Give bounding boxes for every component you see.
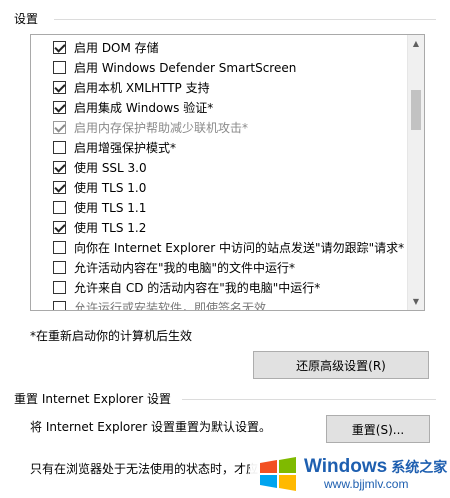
option-item[interactable]: 允许来自 CD 的活动内容在"我的电脑"中运行* (53, 277, 320, 297)
restore-advanced-settings-label: 还原高级设置(R) (296, 358, 386, 373)
option-item[interactable]: 向你在 Internet Explorer 中访问的站点发送"请勿跟踪"请求* (53, 237, 404, 257)
checked-checkbox-icon[interactable] (53, 160, 66, 174)
scroll-down-arrow-icon[interactable]: ▼ (408, 293, 424, 310)
advanced-settings-list-content: 启用 DOM 存储启用 Windows Defender SmartScreen… (31, 35, 407, 310)
watermark-text: Windows 系统之家 www.bjjmlv.com (304, 455, 448, 491)
option-item[interactable]: 启用 DOM 存储 (53, 37, 159, 57)
unchecked-checkbox-icon[interactable] (53, 300, 66, 310)
option-label: 启用内存保护帮助减少联机攻击* (74, 120, 249, 135)
watermark-url: www.bjjmlv.com (324, 476, 409, 491)
option-label: 允许运行或安装软件，即使签名无效 (74, 300, 267, 311)
option-label: 使用 SSL 3.0 (74, 160, 147, 175)
option-label: 启用本机 XMLHTTP 支持 (74, 80, 210, 95)
option-item[interactable]: 使用 SSL 3.0 (53, 157, 147, 177)
option-label: 使用 TLS 1.2 (74, 220, 147, 235)
reset-button[interactable]: 重置(S)... (326, 415, 430, 443)
option-label: 启用 DOM 存储 (74, 40, 159, 55)
reset-group-divider (182, 399, 436, 400)
checked-checkbox-icon (53, 120, 66, 134)
watermark: Windows 系统之家 www.bjjmlv.com (250, 450, 450, 498)
checked-checkbox-icon[interactable] (53, 40, 66, 54)
option-item[interactable]: 允许运行或安装软件，即使签名无效 (53, 297, 266, 310)
checked-checkbox-icon[interactable] (53, 80, 66, 94)
restore-advanced-settings-button[interactable]: 还原高级设置(R) (253, 351, 429, 379)
option-item[interactable]: 使用 TLS 1.0 (53, 177, 146, 197)
option-item[interactable]: 启用本机 XMLHTTP 支持 (53, 77, 210, 97)
reset-button-label: 重置(S)... (351, 422, 405, 437)
option-item[interactable]: 允许活动内容在"我的电脑"的文件中运行* (53, 257, 295, 277)
checked-checkbox-icon[interactable] (53, 100, 66, 114)
unchecked-checkbox-icon[interactable] (53, 280, 66, 294)
advanced-settings-list[interactable]: 启用 DOM 存储启用 Windows Defender SmartScreen… (30, 34, 425, 311)
reset-group-label: 重置 Internet Explorer 设置 (14, 390, 176, 407)
settings-group-divider (54, 19, 436, 20)
option-item[interactable]: 启用增强保护模式* (53, 137, 176, 157)
option-item[interactable]: 启用 Windows Defender SmartScreen (53, 57, 296, 77)
restart-note: *在重新启动你的计算机后生效 (30, 329, 193, 343)
option-item: 启用内存保护帮助减少联机攻击* (53, 117, 248, 137)
option-label: 允许活动内容在"我的电脑"的文件中运行* (74, 260, 296, 275)
option-label: 启用 Windows Defender SmartScreen (74, 60, 297, 75)
unchecked-checkbox-icon[interactable] (53, 240, 66, 254)
list-scrollbar[interactable]: ▲ ▼ (407, 35, 424, 310)
scroll-up-arrow-icon[interactable]: ▲ (408, 35, 424, 52)
option-item[interactable]: 启用集成 Windows 验证* (53, 97, 213, 117)
option-label: 向你在 Internet Explorer 中访问的站点发送"请勿跟踪"请求* (74, 240, 405, 255)
option-label: 允许来自 CD 的活动内容在"我的电脑"中运行* (74, 280, 321, 295)
watermark-brand: Windows (304, 455, 388, 477)
checked-checkbox-icon[interactable] (53, 220, 66, 234)
reset-description: 将 Internet Explorer 设置重置为默认设置。 (30, 420, 272, 434)
option-item[interactable]: 使用 TLS 1.2 (53, 217, 146, 237)
option-label: 使用 TLS 1.0 (74, 180, 147, 195)
option-label: 启用集成 Windows 验证* (74, 100, 214, 115)
option-item[interactable]: 使用 TLS 1.1 (53, 197, 146, 217)
scrollbar-thumb[interactable] (411, 90, 421, 130)
option-label: 启用增强保护模式* (74, 140, 177, 155)
unchecked-checkbox-icon[interactable] (53, 140, 66, 154)
unchecked-checkbox-icon[interactable] (53, 260, 66, 274)
watermark-suffix: 系统之家 (391, 459, 448, 476)
windows-logo-icon (260, 457, 296, 491)
settings-group-label: 设置 (14, 10, 43, 27)
reset-note: 只有在浏览器处于无法使用的状态时，才应 (30, 462, 259, 476)
option-label: 使用 TLS 1.1 (74, 200, 147, 215)
checked-checkbox-icon[interactable] (53, 180, 66, 194)
unchecked-checkbox-icon[interactable] (53, 60, 66, 74)
unchecked-checkbox-icon[interactable] (53, 200, 66, 214)
